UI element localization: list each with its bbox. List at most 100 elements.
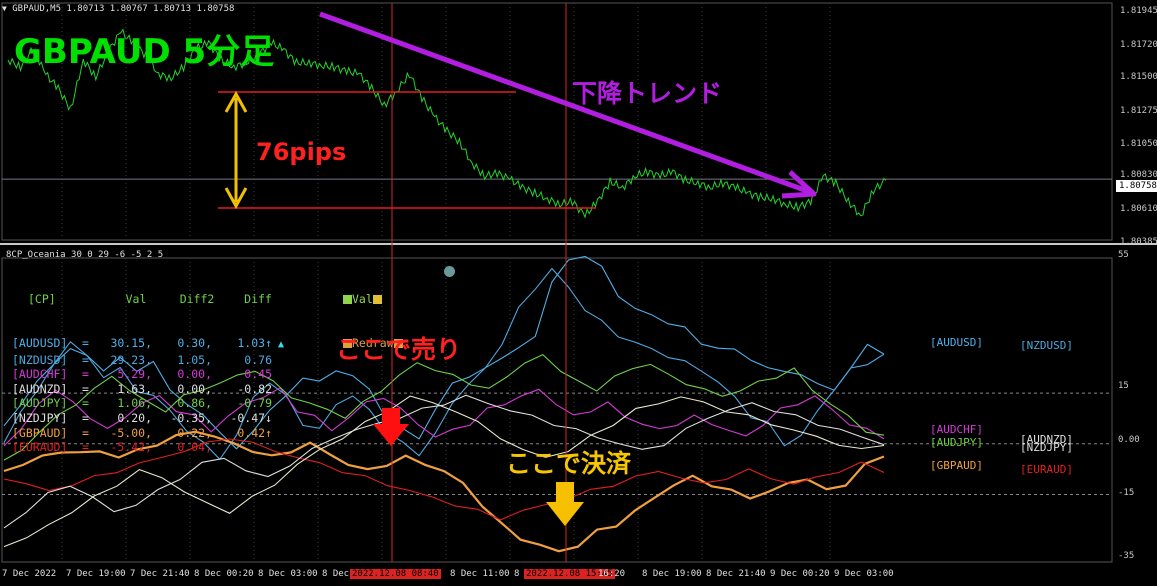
table-cell: -5.42, xyxy=(110,440,152,455)
symbol-header-text: GBPAUD,M5 1.80713 1.80767 1.80713 1.8075… xyxy=(12,4,235,14)
table-cell-equals: = xyxy=(82,367,89,382)
table-cell: [NZDUSD] xyxy=(12,352,68,367)
table-cell: [AUDCHF] xyxy=(12,367,68,382)
triangle-down-icon[interactable]: ▼ xyxy=(2,4,7,13)
table-cell-equals: = xyxy=(82,425,89,440)
table-cell-equals: = xyxy=(82,352,89,367)
price-tick: 1.81050 xyxy=(1120,139,1157,149)
settle-label: ここで決済 xyxy=(506,449,632,478)
table-cell: [AUDNZD] xyxy=(12,381,68,396)
price-tick: 1.80610 xyxy=(1120,204,1157,214)
column-header: Val xyxy=(125,292,147,307)
legend-label: Val xyxy=(352,292,373,307)
table-cell: 29.23, xyxy=(110,352,152,367)
table-cell: 0.00, xyxy=(177,367,212,382)
table-cell-equals: = xyxy=(82,410,89,425)
table-cell: [NZDJPY] xyxy=(12,410,68,425)
table-cell: 0.00, xyxy=(177,381,212,396)
table-cell: 1.05, xyxy=(177,352,212,367)
table-cell: -5.00, xyxy=(110,425,152,440)
column-header: Diff2 xyxy=(179,292,215,307)
time-tick: 7 Dec 21:40 xyxy=(130,569,190,579)
chart-window: ▼ GBPAUD,M5 1.80713 1.80767 1.80713 1.80… xyxy=(0,0,1157,582)
time-tick: 8 Dec 21:40 xyxy=(706,569,766,579)
table-cell: 0.45 xyxy=(244,367,272,382)
time-highlight-1: 2022.12.08 08:40 xyxy=(350,569,441,579)
table-cell: 1.06, xyxy=(117,396,152,411)
time-tick: 8 Dec 19:00 xyxy=(642,569,702,579)
table-cell: 0.30, xyxy=(177,335,212,350)
sell-label: ここで売り xyxy=(336,335,462,364)
table-row: [AUDNZD] = 1.63, 0.00, -0.82 xyxy=(12,382,288,397)
table-header-row: [CP] Val Diff2 Diff xyxy=(12,292,288,307)
price-tick: 1.81500 xyxy=(1120,72,1157,82)
price-tick: 1.81720 xyxy=(1120,40,1157,50)
table-cell: 0.20, xyxy=(117,410,152,425)
right-label-gbpaud: [GBPAUD] xyxy=(930,459,983,472)
right-label-audjpy: [AUDJPY] xyxy=(930,436,983,449)
time-tick: 8 Dec 11:00 xyxy=(450,569,510,579)
right-label-audusd: [AUDUSD] xyxy=(930,336,983,349)
table-cell: 0.76 xyxy=(244,352,272,367)
page-title: GBPAUD 5分足 xyxy=(14,32,275,72)
table-row: [AUDCHF] = 5.29, 0.00, 0.45 xyxy=(12,367,288,382)
triangle-up-icon: ▲ xyxy=(272,338,285,350)
table-cell: [AUDUSD] xyxy=(12,335,68,350)
table-cell: 0.22, xyxy=(177,425,212,440)
table-cell: -0.79 xyxy=(237,396,272,411)
time-tick: 8 Dec 00:20 xyxy=(194,569,254,579)
pips-label: 76pips xyxy=(256,138,347,166)
time-tick: 9 Dec 00:20 xyxy=(770,569,830,579)
table-cell: [GBPAUD] xyxy=(12,425,68,440)
value-tick: 15 xyxy=(1118,381,1129,391)
right-label-nzdusd: [NZDUSD] xyxy=(1020,339,1073,352)
table-cell-equals: = xyxy=(82,335,89,350)
value-tick: -35 xyxy=(1118,551,1135,561)
table-cell-equals: = xyxy=(82,396,89,411)
indicator-table: [CP] Val Diff2 Diff [AUDUSD] = 30.15, 0.30, 1.0… xyxy=(12,263,288,484)
time-tick: 16:20 xyxy=(598,569,626,579)
price-tick: 1.80385 xyxy=(1120,237,1157,247)
price-tick: 1.81275 xyxy=(1120,106,1157,116)
table-row: [NZDUSD] = 29.23, 1.05, 0.76 xyxy=(12,353,288,368)
table-cell: -0.82 xyxy=(237,381,272,396)
table-row: [GBPAUD] = -5.00, 0.22, 0.42↑ xyxy=(12,426,288,441)
table-cell: 1.63, xyxy=(117,381,152,396)
right-label-euraud: [EURAUD] xyxy=(1020,463,1073,476)
column-header: Diff xyxy=(244,292,272,307)
table-cell: 0.42↑ xyxy=(237,425,272,440)
table-row: [AUDJPY] = 1.06, 0.86, -0.79 xyxy=(12,396,288,411)
time-tick: 9 Dec 03:00 xyxy=(834,569,894,579)
table-cell: 0.86, xyxy=(177,396,212,411)
table-rows: [AUDUSD] = 30.15, 0.30, 1.03↑ ▲ [NZDUSD] = 29.2… xyxy=(12,336,288,455)
price-tick: 1.81945 xyxy=(1120,6,1157,16)
time-tick: 7 Dec 19:00 xyxy=(66,569,126,579)
symbol-header: ▼ GBPAUD,M5 1.80713 1.80767 1.80713 1.80… xyxy=(2,4,234,14)
column-header: [CP] xyxy=(28,292,56,307)
table-cell: 1.03↑ xyxy=(237,335,272,350)
value-tick: 55 xyxy=(1118,250,1129,260)
indicator-header: 8CP_Oceania 30 0 29 -6 -5 2 5 xyxy=(6,250,164,260)
table-cell: 0.04, xyxy=(177,440,212,455)
table-row: [NZDJPY] = 0.20, -0.35, -0.47↓ xyxy=(12,411,288,426)
table-cell-equals: = xyxy=(82,381,89,396)
table-cell-equals: = xyxy=(82,440,89,455)
value-tick: 0.00 xyxy=(1118,435,1140,445)
trend-label: 下降トレンド xyxy=(572,79,723,108)
table-cell: -0.35, xyxy=(170,410,212,425)
table-row: [AUDUSD] = 30.15, 0.30, 1.03↑ ▲ xyxy=(12,336,288,353)
settle-arrow-icon xyxy=(546,482,584,526)
table-cell: 30.15, xyxy=(110,335,152,350)
trend-arrow-shaft xyxy=(319,11,811,195)
legend-swatch xyxy=(372,295,382,305)
time-tick: 8 Dec 03:00 xyxy=(258,569,318,579)
table-cell: [AUDJPY] xyxy=(12,396,68,411)
legend-swatch xyxy=(343,295,352,305)
sell-arrow-icon xyxy=(373,408,409,446)
table-cell: -0.47↓ xyxy=(230,410,272,425)
current-price-badge: 1.80758 xyxy=(1116,180,1157,192)
time-axis: 7 Dec 2022 7 Dec 19:00 7 Dec 21:40 8 Dec… xyxy=(0,569,1157,581)
table-cell: 5.29, xyxy=(117,367,152,382)
right-label-nzdjpy: [NZDJPY] xyxy=(1020,441,1073,454)
status-dot-icon xyxy=(444,266,455,277)
